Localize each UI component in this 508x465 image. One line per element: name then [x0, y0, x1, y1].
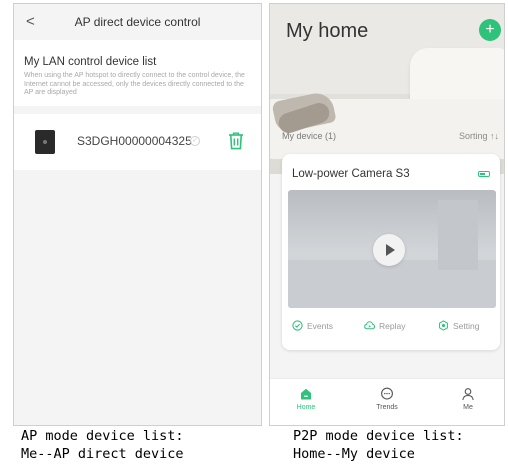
device-name: S3DGH00000004325 [77, 133, 192, 148]
page-title: AP direct device control [74, 15, 201, 29]
home-title: My home [286, 20, 369, 42]
list-note: When using the AP hotspot to directly co… [24, 72, 245, 97]
setting-button[interactable]: Setting [438, 320, 479, 331]
person-icon [462, 388, 474, 401]
list-heading: My LAN control device list [24, 56, 157, 68]
add-device-button[interactable]: + [479, 19, 501, 41]
ap-device-control-screen: < AP direct device control My LAN contro… [13, 3, 262, 426]
my-device-label: My device (1) [282, 131, 337, 141]
replay-button[interactable]: Replay [364, 320, 405, 331]
play-icon[interactable] [373, 234, 405, 266]
tab-home-label: Home [296, 404, 316, 411]
sorting-button[interactable]: Sorting ↑↓ [459, 131, 499, 141]
device-row[interactable]: S3DGH00000004325 ✓ [14, 113, 261, 170]
camera-name: Low-power Camera S3 [292, 168, 410, 180]
video-preview[interactable] [288, 190, 496, 308]
setting-label: Setting [453, 320, 480, 331]
replay-label: Replay [379, 320, 406, 331]
list-header: My LAN control device list When using th… [14, 40, 261, 106]
tab-home[interactable]: Home [286, 387, 326, 411]
home-screen: My home + My device (1) Sorting ↑↓ Low-p… [269, 3, 505, 426]
cloud-play-icon [364, 321, 375, 330]
right-caption: P2P mode device list: Home--My device [293, 428, 464, 462]
left-caption: AP mode device list: Me--AP direct devic… [21, 428, 184, 462]
events-label: Events [307, 320, 333, 331]
gear-icon [439, 320, 448, 331]
camera-actions: Events Replay Setting [282, 320, 500, 340]
tab-me[interactable]: Me [448, 387, 488, 411]
tab-bar: Home Trends Me [270, 378, 504, 425]
trash-icon[interactable] [228, 132, 244, 150]
verified-check-icon: ✓ [190, 135, 200, 146]
home-icon [301, 388, 311, 400]
camera-device-icon [35, 129, 55, 154]
back-icon[interactable]: < [26, 13, 35, 30]
tab-me-label: Me [463, 404, 473, 411]
tab-trends[interactable]: Trends [367, 387, 407, 411]
battery-icon [478, 171, 490, 177]
nav-bar: < AP direct device control [14, 4, 261, 40]
camera-card[interactable]: Low-power Camera S3 Events Replay Settin… [282, 154, 500, 350]
tab-trends-label: Trends [376, 404, 398, 411]
shield-check-icon [292, 320, 303, 331]
events-button[interactable]: Events [292, 320, 333, 331]
chat-bubble-icon [381, 387, 393, 400]
